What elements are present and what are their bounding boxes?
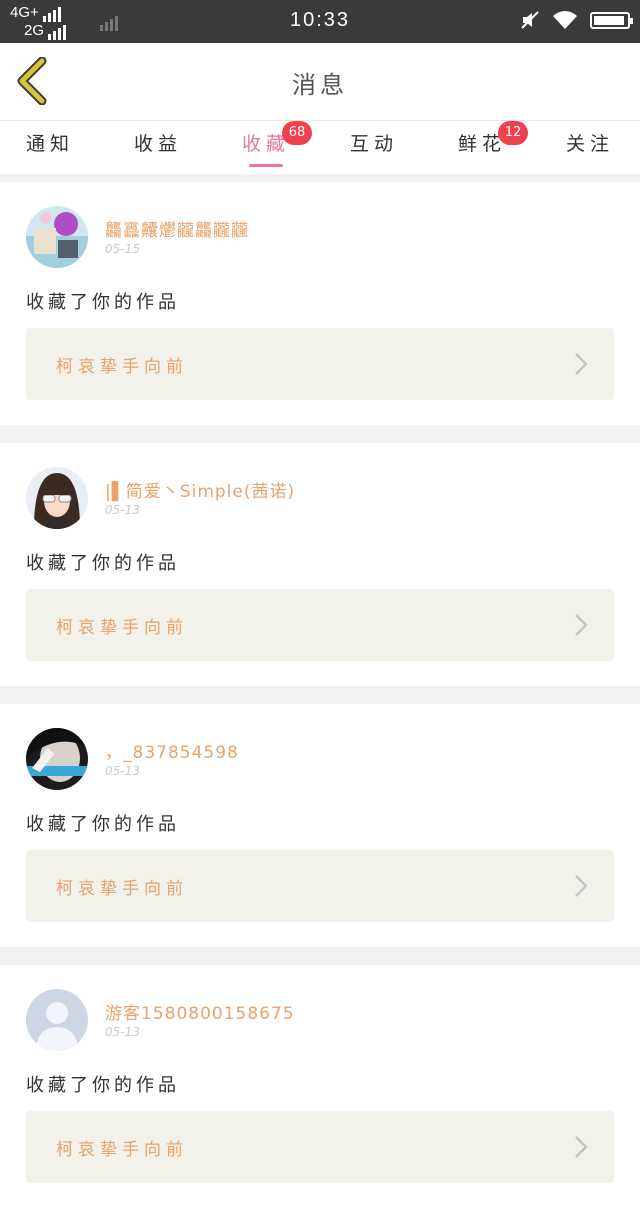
work-link[interactable]: 柯哀挚手向前 <box>26 328 614 400</box>
message-card: 游客1580800158675 05-13 收藏了你的作品 柯哀挚手向前 <box>0 965 640 1208</box>
username[interactable]: 龘靐齉爩龖龘龖龖 <box>105 216 249 241</box>
tab-label: 关注 <box>565 133 614 155</box>
work-title: 柯哀挚手向前 <box>56 618 188 638</box>
status-bar: 4G+ 2G 10:33 <box>0 0 640 43</box>
chevron-right-icon <box>575 353 588 375</box>
message-date: 05-13 <box>105 1025 140 1039</box>
message-list: 龘靐齉爩龖龘龖龖 05-15 收藏了你的作品 柯哀挚手向前 |▌简爱丶Simpl… <box>0 174 640 1208</box>
message-date: 05-15 <box>105 242 140 256</box>
work-title: 柯哀挚手向前 <box>56 357 188 377</box>
message-action: 收藏了你的作品 <box>26 814 180 835</box>
avatar[interactable] <box>26 206 88 268</box>
avatar[interactable] <box>26 467 88 529</box>
message-action: 收藏了你的作品 <box>26 292 180 313</box>
chevron-right-icon <box>575 1136 588 1158</box>
work-link[interactable]: 柯哀挚手向前 <box>26 1111 614 1183</box>
tab-badge: 12 <box>498 121 528 145</box>
tab-label: 互动 <box>349 133 398 155</box>
message-date: 05-13 <box>105 503 140 517</box>
active-tab-indicator <box>249 164 283 167</box>
tab-favorites[interactable]: 收藏 68 <box>226 121 312 175</box>
work-link[interactable]: 柯哀挚手向前 <box>26 589 614 661</box>
work-title: 柯哀挚手向前 <box>56 1140 188 1160</box>
work-link[interactable]: 柯哀挚手向前 <box>26 850 614 922</box>
page-title: 消息 <box>292 71 348 99</box>
tab-bar: 通知 收益 收藏 68 互动 鲜花 12 关注 <box>0 120 640 174</box>
default-avatar[interactable] <box>26 989 88 1051</box>
username[interactable]: 游客1580800158675 <box>105 999 295 1024</box>
message-action: 收藏了你的作品 <box>26 1075 180 1096</box>
tab-flowers[interactable]: 鲜花 12 <box>442 121 528 175</box>
header: 消息 <box>0 43 640 120</box>
tab-label: 通知 <box>25 133 74 155</box>
tab-badge: 68 <box>282 121 312 145</box>
tab-interactions[interactable]: 互动 <box>334 129 414 175</box>
wifi-icon <box>553 11 577 29</box>
avatar[interactable] <box>26 728 88 790</box>
message-action: 收藏了你的作品 <box>26 553 180 574</box>
message-date: 05-13 <box>105 764 140 778</box>
message-card: |▌简爱丶Simple(茜诺) 05-13 收藏了你的作品 柯哀挚手向前 <box>0 443 640 686</box>
chevron-right-icon <box>575 614 588 636</box>
message-card: ，_837854598 05-13 收藏了你的作品 柯哀挚手向前 <box>0 704 640 947</box>
username[interactable]: |▌简爱丶Simple(茜诺) <box>105 477 295 502</box>
tab-label: 收益 <box>133 133 182 155</box>
tab-earnings[interactable]: 收益 <box>118 129 198 175</box>
username[interactable]: ，_837854598 <box>105 738 239 763</box>
message-card: 龘靐齉爩龖龘龖龖 05-15 收藏了你的作品 柯哀挚手向前 <box>0 182 640 425</box>
tab-notifications[interactable]: 通知 <box>10 129 90 175</box>
mute-icon <box>521 11 539 29</box>
chevron-right-icon <box>575 875 588 897</box>
battery-icon <box>590 11 633 29</box>
tab-following[interactable]: 关注 <box>550 129 630 175</box>
work-title: 柯哀挚手向前 <box>56 879 188 899</box>
